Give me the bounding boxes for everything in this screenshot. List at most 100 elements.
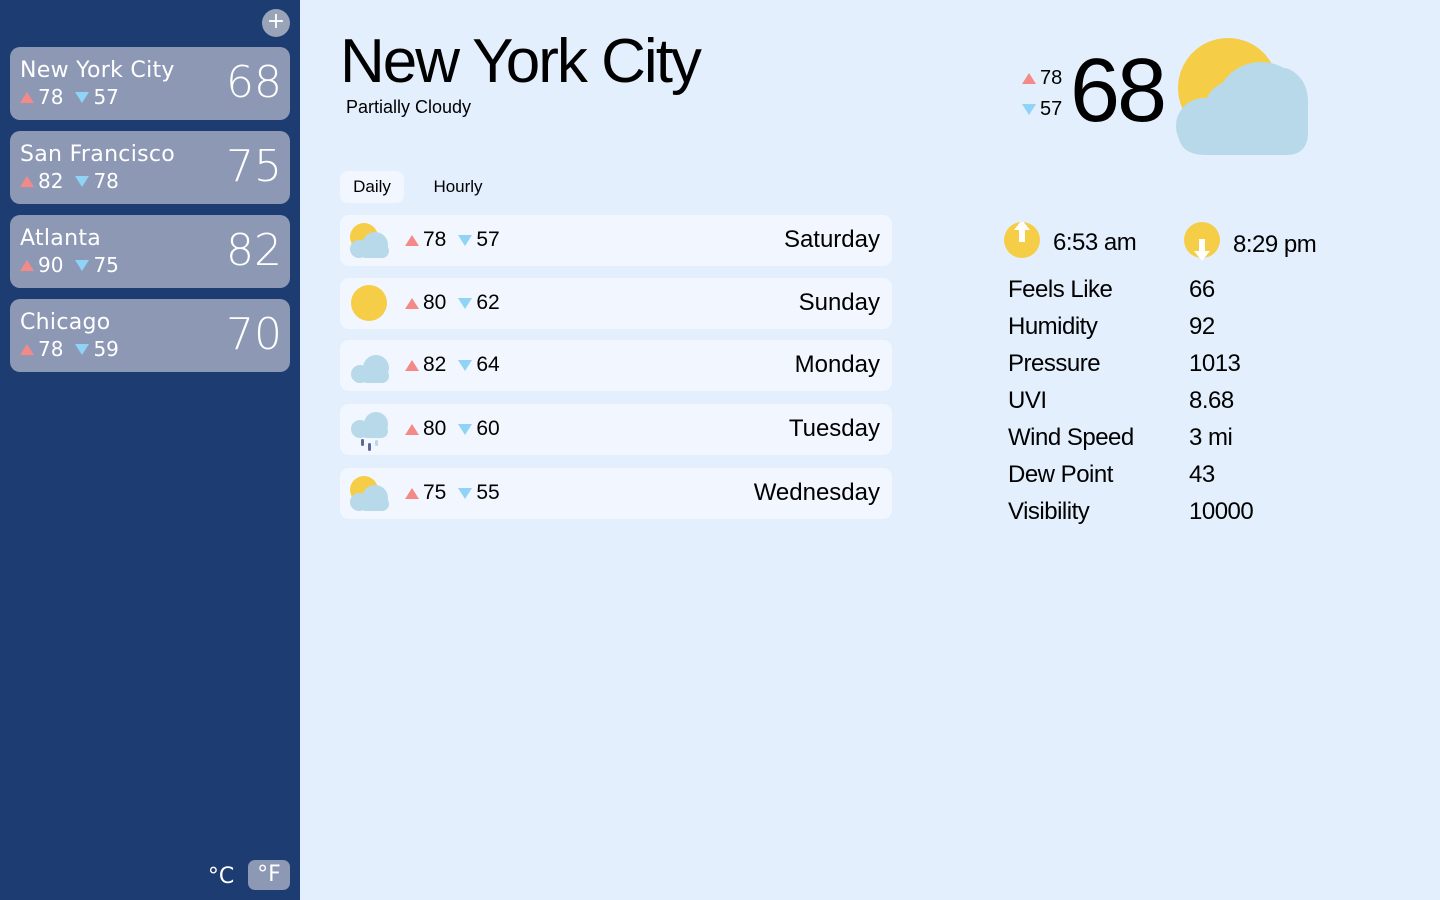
high-arrow-icon [1022, 73, 1036, 84]
current-low: 57 [1022, 98, 1062, 121]
fahrenheit-toggle[interactable]: °F [248, 860, 290, 890]
day-hilo: 80 62 [405, 291, 500, 315]
day-name: Wednesday [753, 479, 880, 506]
sun-icon [348, 284, 392, 327]
city-card-chicago[interactable]: Chicago 78 59 70 [10, 299, 290, 372]
detail-value-wind-speed: 3 mi [1189, 424, 1233, 451]
detail-value-visibility: 10000 [1189, 498, 1254, 525]
page-title: New York City [340, 27, 702, 96]
current-temperature: 68 [1070, 41, 1167, 141]
city-high: 78 [38, 337, 64, 361]
city-hilo: 78 57 [20, 85, 119, 109]
city-temp: 75 [226, 141, 282, 192]
day-hilo: 75 55 [405, 481, 500, 505]
sunrise-icon [1004, 220, 1040, 263]
city-high: 78 [38, 85, 64, 109]
detail-value-humidity: 92 [1189, 313, 1215, 340]
sunset-icon [1184, 222, 1220, 267]
city-name: San Francisco [20, 142, 176, 167]
city-temp: 82 [226, 225, 282, 276]
high-arrow-icon [20, 259, 34, 271]
low-arrow-icon [75, 259, 90, 271]
high-arrow-icon [405, 297, 419, 309]
day-high: 80 [423, 417, 447, 440]
day-low: 64 [476, 353, 500, 376]
detail-value-uvi: 8.68 [1189, 387, 1234, 414]
day-hilo: 82 64 [405, 353, 500, 377]
forecast-row: 82 64 Monday [340, 340, 892, 391]
low-arrow-icon [75, 91, 90, 103]
tab-daily[interactable]: Daily [340, 171, 404, 203]
city-card-atlanta[interactable]: Atlanta 90 75 82 [10, 215, 290, 288]
day-high: 75 [423, 481, 447, 504]
city-temp: 68 [226, 57, 282, 108]
current-high: 78 [1022, 67, 1062, 90]
rain-icon [348, 410, 392, 457]
day-low: 57 [476, 228, 500, 251]
city-hilo: 82 78 [20, 169, 119, 193]
sunset: 8:29 pm [1184, 222, 1317, 267]
high-arrow-icon [405, 487, 419, 499]
city-name: New York City [20, 58, 175, 83]
high-arrow-icon [20, 175, 34, 187]
day-name: Monday [794, 351, 880, 378]
sunset-time: 8:29 pm [1233, 230, 1317, 258]
detail-label-visibility: Visibility [1008, 498, 1090, 525]
partly-cloudy-icon [1176, 36, 1312, 162]
current-high-value: 78 [1040, 67, 1063, 89]
city-low: 78 [93, 169, 119, 193]
high-arrow-icon [20, 343, 34, 355]
detail-label-dew-point: Dew Point [1008, 461, 1113, 488]
city-card-new-york[interactable]: New York City 78 57 68 [10, 47, 290, 120]
sunrise-time: 6:53 am [1053, 228, 1137, 256]
detail-label-pressure: Pressure [1008, 350, 1101, 377]
city-low: 59 [93, 337, 119, 361]
low-arrow-icon [458, 487, 473, 499]
day-high: 78 [423, 228, 447, 251]
city-low: 75 [93, 253, 119, 277]
cloud-icon [348, 346, 392, 389]
add-city-button[interactable]: + [262, 9, 290, 37]
detail-value-dew-point: 43 [1189, 461, 1215, 488]
low-arrow-icon [458, 423, 473, 435]
forecast-row: 80 62 Sunday [340, 278, 892, 329]
high-arrow-icon [405, 234, 419, 246]
detail-label-uvi: UVI [1008, 387, 1047, 414]
day-low: 55 [476, 481, 500, 504]
low-arrow-icon [75, 175, 90, 187]
city-card-san-francisco[interactable]: San Francisco 82 78 75 [10, 131, 290, 204]
city-name: Chicago [20, 310, 111, 335]
day-low: 62 [476, 291, 500, 314]
city-high: 90 [38, 253, 64, 277]
day-hilo: 80 60 [405, 417, 500, 441]
city-name: Atlanta [20, 226, 102, 251]
low-arrow-icon [1022, 104, 1036, 115]
day-hilo: 78 57 [405, 228, 500, 252]
high-arrow-icon [405, 423, 419, 435]
high-arrow-icon [405, 359, 419, 371]
sunrise: 6:53 am [1004, 220, 1137, 263]
partly-cloudy-icon [348, 221, 392, 264]
current-low-value: 57 [1040, 98, 1063, 120]
city-hilo: 78 59 [20, 337, 119, 361]
city-low: 57 [93, 85, 119, 109]
detail-label-feels-like: Feels Like [1008, 276, 1113, 303]
celsius-toggle[interactable]: °C [204, 862, 238, 892]
low-arrow-icon [458, 234, 473, 246]
detail-label-humidity: Humidity [1008, 313, 1098, 340]
partly-cloudy-icon [348, 474, 392, 517]
day-name: Saturday [783, 226, 880, 253]
forecast-row: 78 57 Saturday [340, 215, 892, 266]
day-name: Tuesday [788, 415, 880, 442]
day-name: Sunday [798, 289, 880, 316]
day-high: 80 [423, 291, 447, 314]
low-arrow-icon [458, 359, 473, 371]
sidebar: + New York City 78 57 68 San Francisco 8… [0, 0, 300, 900]
tab-hourly[interactable]: Hourly [418, 171, 498, 203]
day-low: 60 [476, 417, 500, 440]
detail-label-wind-speed: Wind Speed [1008, 424, 1134, 451]
forecast-row: 75 55 Wednesday [340, 468, 892, 519]
detail-value-feels-like: 66 [1189, 276, 1215, 303]
city-hilo: 90 75 [20, 253, 119, 277]
day-high: 82 [423, 353, 447, 376]
